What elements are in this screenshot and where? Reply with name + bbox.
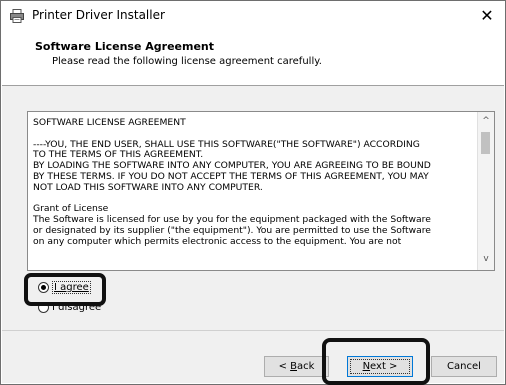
title-bar: Printer Driver Installer ✕ [2,2,504,30]
close-icon: ✕ [480,6,494,25]
vertical-scrollbar[interactable]: ^ v [477,112,494,270]
wizard-header: Software License Agreement Please read t… [2,30,504,86]
scroll-thumb[interactable] [481,132,490,154]
window-title: Printer Driver Installer [32,8,165,22]
next-callout-highlight [322,338,430,385]
license-text: SOFTWARE LICENSE AGREEMENT ----YOU, THE … [33,117,431,247]
back-accelerator: B [290,361,297,372]
back-prefix: < [278,361,291,372]
page-title: Software License Agreement [35,40,214,53]
printer-app-icon [10,9,24,23]
close-button[interactable]: ✕ [472,3,502,29]
cancel-button[interactable]: Cancel [431,356,497,377]
back-label: ack [297,361,315,372]
back-button[interactable]: < Back [264,356,329,377]
installer-window: Printer Driver Installer ✕ Software Lice… [0,0,506,385]
agree-callout-highlight [24,273,106,306]
scroll-down-arrow-icon[interactable]: v [478,252,494,266]
scroll-up-arrow-icon[interactable]: ^ [478,114,494,128]
license-text-box[interactable]: SOFTWARE LICENSE AGREEMENT ----YOU, THE … [27,111,495,271]
page-subtitle: Please read the following license agreem… [52,56,322,67]
